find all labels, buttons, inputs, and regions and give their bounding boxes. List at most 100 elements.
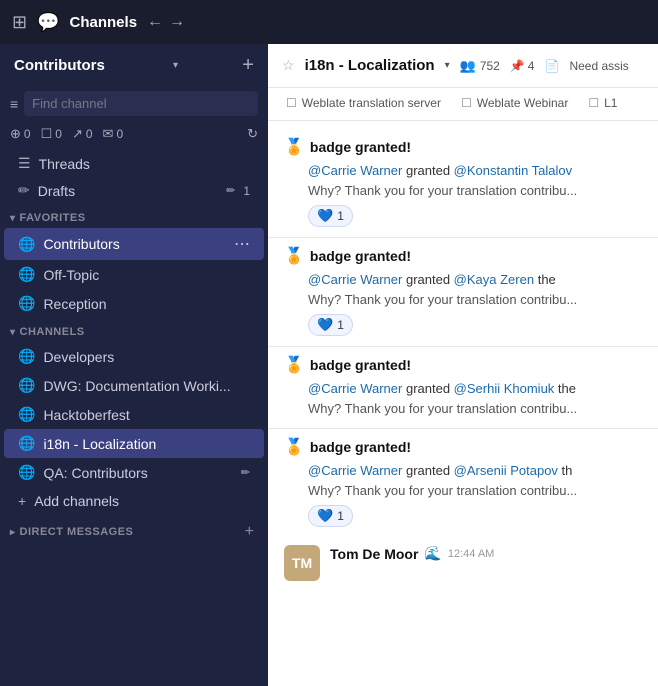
message-text-0: @Carrie Warner granted @Konstantin Talal… [308,161,642,181]
user-message-content: Tom De Moor 🌊 12:44 AM [330,545,642,564]
sidebar-item-contributors[interactable]: 🌐 Contributors ⋯ [4,228,264,260]
channel-chevron-icon[interactable]: ▾ [445,60,450,71]
msg1-mention[interactable]: @Kaya Zeren [454,272,534,287]
channels-section-header[interactable]: ▾ CHANNELS [0,318,268,342]
badge-icon-2: 🏅 [284,355,304,375]
user-message: TM Tom De Moor 🌊 12:44 AM [268,537,658,589]
content-area: ☆ i18n - Localization ▾ 👥 752 📌 4 📄 Need… [268,44,658,686]
status-count-1: 0 [55,127,62,141]
pin-icon: 📌 [510,59,525,73]
i18n-icon: 🌐 [18,435,35,452]
sidebar-item-i18n[interactable]: 🌐 i18n - Localization [4,429,264,458]
reaction-row-0: 💙 1 [308,205,642,227]
forward-button[interactable]: → [169,13,185,31]
sidebar-item-threads[interactable]: ☰ Threads [4,150,264,177]
message-why-1: Why? Thank you for your translation cont… [308,290,642,310]
message-why-0: Why? Thank you for your translation cont… [308,181,642,201]
badge-text-0: badge granted! [310,139,411,155]
separator-3 [268,428,658,429]
msg1-suffix: granted [406,272,454,287]
status-icon-0: ⊕ [10,126,21,142]
sidebar-item-add-channels[interactable]: + Add channels [4,487,264,515]
top-bar: ⊞ 💬 Channels ← → [0,0,658,44]
sidebar-item-hacktoberfest[interactable]: 🌐 Hacktoberfest [4,400,264,429]
nav-buttons: ← → [147,13,185,31]
tab-label-0: Weblate translation server [302,96,441,110]
msg3-mention[interactable]: @Arsenii Potapov [454,463,558,478]
off-topic-icon: 🌐 [18,266,35,283]
message-why-3: Why? Thank you for your translation cont… [308,481,642,501]
favorites-section-header[interactable]: ▾ FAVORITES [0,204,268,228]
msg2-mention[interactable]: @Serhii Khomiuk [454,381,555,396]
message-block-1: 🏅 badge granted! @Carrie Warner granted … [268,240,658,342]
refresh-icon[interactable]: ↻ [247,126,258,142]
workspace-chevron-icon: ▾ [173,60,178,71]
separator-2 [268,346,658,347]
sidebar: Contributors ▾ + ≡ ⊕ 0 ☐ 0 ↗ 0 ✉ [0,44,268,686]
dm-chevron-icon: ▸ [10,527,16,538]
msg0-author[interactable]: @Carrie Warner [308,163,402,178]
tab-icon-0: ☐ [286,96,297,110]
msg0-suffix: granted [406,163,454,178]
channel-star-icon[interactable]: ☆ [282,57,295,74]
contributors-more-icon[interactable]: ⋯ [234,234,250,254]
status-count-0: 0 [24,127,31,141]
hacktoberfest-icon: 🌐 [18,406,35,423]
msg0-mention[interactable]: @Konstantin Talalov [454,163,572,178]
sidebar-item-dwg[interactable]: 🌐 DWG: Documentation Worki... [4,371,264,400]
status-count-2: 0 [86,127,93,141]
user-message-header: Tom De Moor 🌊 12:44 AM [330,545,642,562]
contributors-channel-icon: 🌐 [18,236,35,253]
hacktoberfest-label: Hacktoberfest [43,407,250,423]
sidebar-item-qa[interactable]: 🌐 QA: Contributors ✏ [4,458,264,487]
tab-l1[interactable]: ☐ L1 [578,88,627,120]
back-button[interactable]: ← [147,13,163,31]
avatar-initials: TM [292,555,312,571]
msg3-author[interactable]: @Carrie Warner [308,463,402,478]
reaction-btn-3[interactable]: 💙 1 [308,505,353,527]
channel-name: i18n - Localization [305,57,435,74]
reaction-btn-0[interactable]: 💙 1 [308,205,353,227]
direct-messages-section-header[interactable]: ▸ DIRECT MESSAGES + [0,515,268,545]
drafts-badge: 1 [243,184,250,198]
messages-area[interactable]: 🏅 badge granted! @Carrie Warner granted … [268,121,658,686]
sidebar-item-reception[interactable]: 🌐 Reception [4,289,264,318]
message-text-3: @Carrie Warner granted @Arsenii Potapov … [308,461,642,481]
sidebar-item-drafts[interactable]: ✏ Drafts ✏ 1 [4,177,264,204]
app-title: Channels [70,14,138,31]
channels-chevron-icon: ▾ [10,327,16,338]
search-input[interactable] [24,91,258,116]
user-status-emoji: 🌊 [424,545,441,562]
reaction-count-1: 1 [337,318,344,332]
sidebar-item-off-topic[interactable]: 🌐 Off-Topic [4,260,264,289]
off-topic-label: Off-Topic [43,267,250,283]
pins-count: 4 [528,59,535,73]
badge-icon-0: 🏅 [284,137,304,157]
sidebar-item-developers[interactable]: 🌐 Developers [4,342,264,371]
dm-label: DIRECT MESSAGES [20,526,134,538]
tab-weblate-webinar[interactable]: ☐ Weblate Webinar [451,88,578,120]
channel-header: ☆ i18n - Localization ▾ 👥 752 📌 4 📄 Need… [268,44,658,88]
reaction-btn-1[interactable]: 💙 1 [308,314,353,336]
tab-label-2: L1 [604,96,617,110]
badge-text-2: badge granted! [310,357,411,373]
workspace-add-button[interactable]: + [242,54,254,77]
badge-text-1: badge granted! [310,248,411,264]
tab-weblate-translation[interactable]: ☐ Weblate translation server [276,88,451,120]
filter-icon[interactable]: ≡ [10,96,18,112]
reaction-row-1: 💙 1 [308,314,642,336]
message-text-1: @Carrie Warner granted @Kaya Zeren the [308,270,642,290]
reaction-emoji-0: 💙 [317,208,333,224]
main-layout: Contributors ▾ + ≡ ⊕ 0 ☐ 0 ↗ 0 ✉ [0,44,658,686]
message-block-0: 🏅 badge granted! @Carrie Warner granted … [268,131,658,233]
msg1-author[interactable]: @Carrie Warner [308,272,402,287]
msg2-author[interactable]: @Carrie Warner [308,381,402,396]
channel-tabs: ☐ Weblate translation server ☐ Weblate W… [268,88,658,121]
threads-icon: ☰ [18,155,31,172]
message-block-3: 🏅 badge granted! @Carrie Warner granted … [268,431,658,533]
contributors-actions: ⋯ [234,234,250,254]
grid-icon[interactable]: ⊞ [12,12,27,33]
workspace-header[interactable]: Contributors ▾ + [0,44,268,87]
dm-add-button[interactable]: + [245,523,254,541]
message-block-2: 🏅 badge granted! @Carrie Warner granted … [268,349,658,424]
